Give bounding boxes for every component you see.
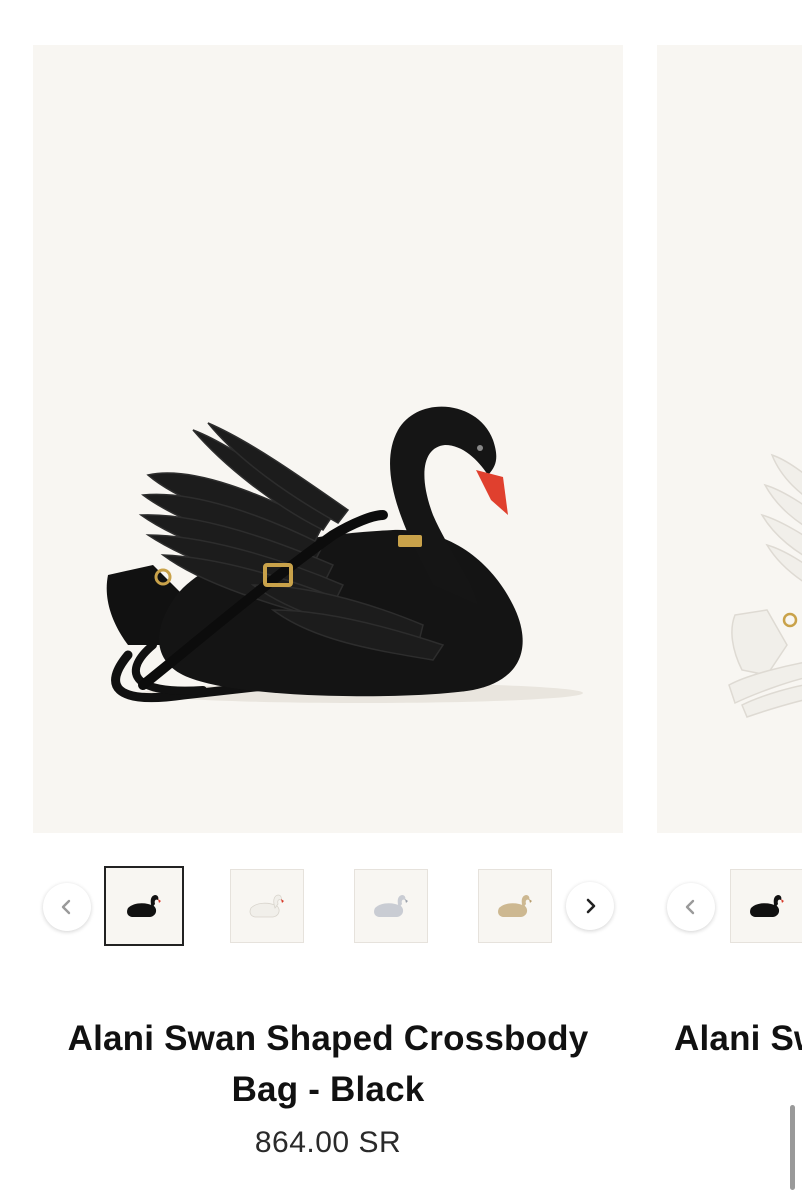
next-image-button[interactable] [566,882,614,930]
thumbnail-black[interactable] [730,869,802,943]
swan-thumbnail-icon [374,895,408,917]
thumbnail-white[interactable] [230,869,304,943]
product-card[interactable]: Alani Swan Shaped Crossbody Bag - Black … [0,0,650,1199]
scrollbar[interactable] [790,1105,795,1190]
prev-image-button[interactable] [43,883,91,931]
thumbnail-gold[interactable] [478,869,552,943]
swan-thumbnail-icon [498,895,532,917]
product-title[interactable]: Alani Sw [674,1013,802,1064]
chevron-left-icon [682,898,700,916]
swan-thumbnail-icon [249,894,284,918]
chevron-right-icon [581,897,599,915]
white-swan-bag-image [728,453,802,718]
black-swan-bag-image [106,406,583,703]
product-image[interactable] [657,45,802,833]
swan-thumbnail-icon [127,895,161,917]
product-title[interactable]: Alani Swan Shaped Crossbody Bag - Black [30,1013,626,1115]
product-card[interactable]: Alani Sw [650,0,802,1199]
thumbnail-silver[interactable] [354,869,428,943]
thumbnail-black[interactable] [104,866,184,946]
product-image[interactable] [33,45,623,833]
product-price: 864.00 SR [254,1126,402,1159]
chevron-left-icon [58,898,76,916]
prev-image-button[interactable] [667,883,715,931]
swan-thumbnail-icon [750,895,784,917]
